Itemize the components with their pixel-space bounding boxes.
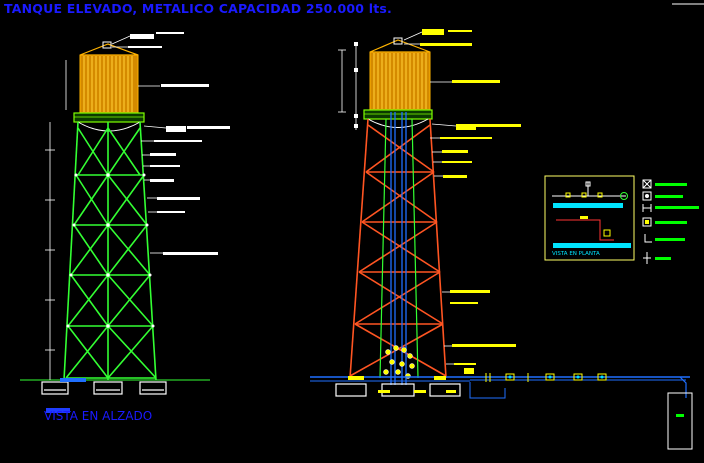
check-valve-icon bbox=[642, 191, 683, 201]
left-elevation bbox=[20, 32, 230, 413]
right-footings bbox=[335, 383, 461, 397]
plan-upper-bar bbox=[553, 203, 623, 208]
right-dimension-line bbox=[338, 44, 357, 130]
flange-icon bbox=[642, 204, 699, 212]
fittings-legend bbox=[642, 179, 699, 264]
left-base-pipe bbox=[60, 378, 86, 382]
right-tower-frame bbox=[349, 118, 447, 379]
cistern-box bbox=[667, 392, 693, 450]
right-elevation bbox=[310, 29, 693, 450]
elevation-caption: VISTA EN ALZADO bbox=[44, 409, 153, 423]
right-inner-legs bbox=[379, 118, 419, 379]
left-dimension-line bbox=[45, 60, 67, 380]
right-valve-cluster bbox=[383, 345, 415, 379]
plan-lower-bar bbox=[553, 243, 631, 248]
right-tank-balcony bbox=[363, 109, 433, 120]
left-tank-roof bbox=[79, 43, 139, 56]
left-tower-frame bbox=[63, 121, 157, 381]
plan-view bbox=[544, 175, 635, 261]
meter-icon bbox=[642, 217, 687, 227]
right-tank-body bbox=[369, 51, 431, 111]
tee-icon bbox=[643, 252, 671, 264]
gate-valve-icon bbox=[642, 179, 687, 189]
plan-caption: VISTA EN PLANTA bbox=[552, 251, 600, 257]
left-footings bbox=[41, 381, 167, 395]
left-tank-balcony bbox=[73, 112, 145, 123]
elbow-icon bbox=[644, 234, 685, 243]
right-tank-bottom bbox=[367, 118, 429, 128]
label-bar bbox=[130, 34, 154, 39]
cistern-mark bbox=[676, 414, 684, 417]
left-tower-nodes bbox=[66, 173, 155, 328]
left-tank-body bbox=[79, 54, 139, 114]
drawing-title: TANQUE ELEVADO, METALICO CAPACIDAD 250.0… bbox=[4, 1, 392, 16]
cad-drawing bbox=[20, 3, 704, 450]
